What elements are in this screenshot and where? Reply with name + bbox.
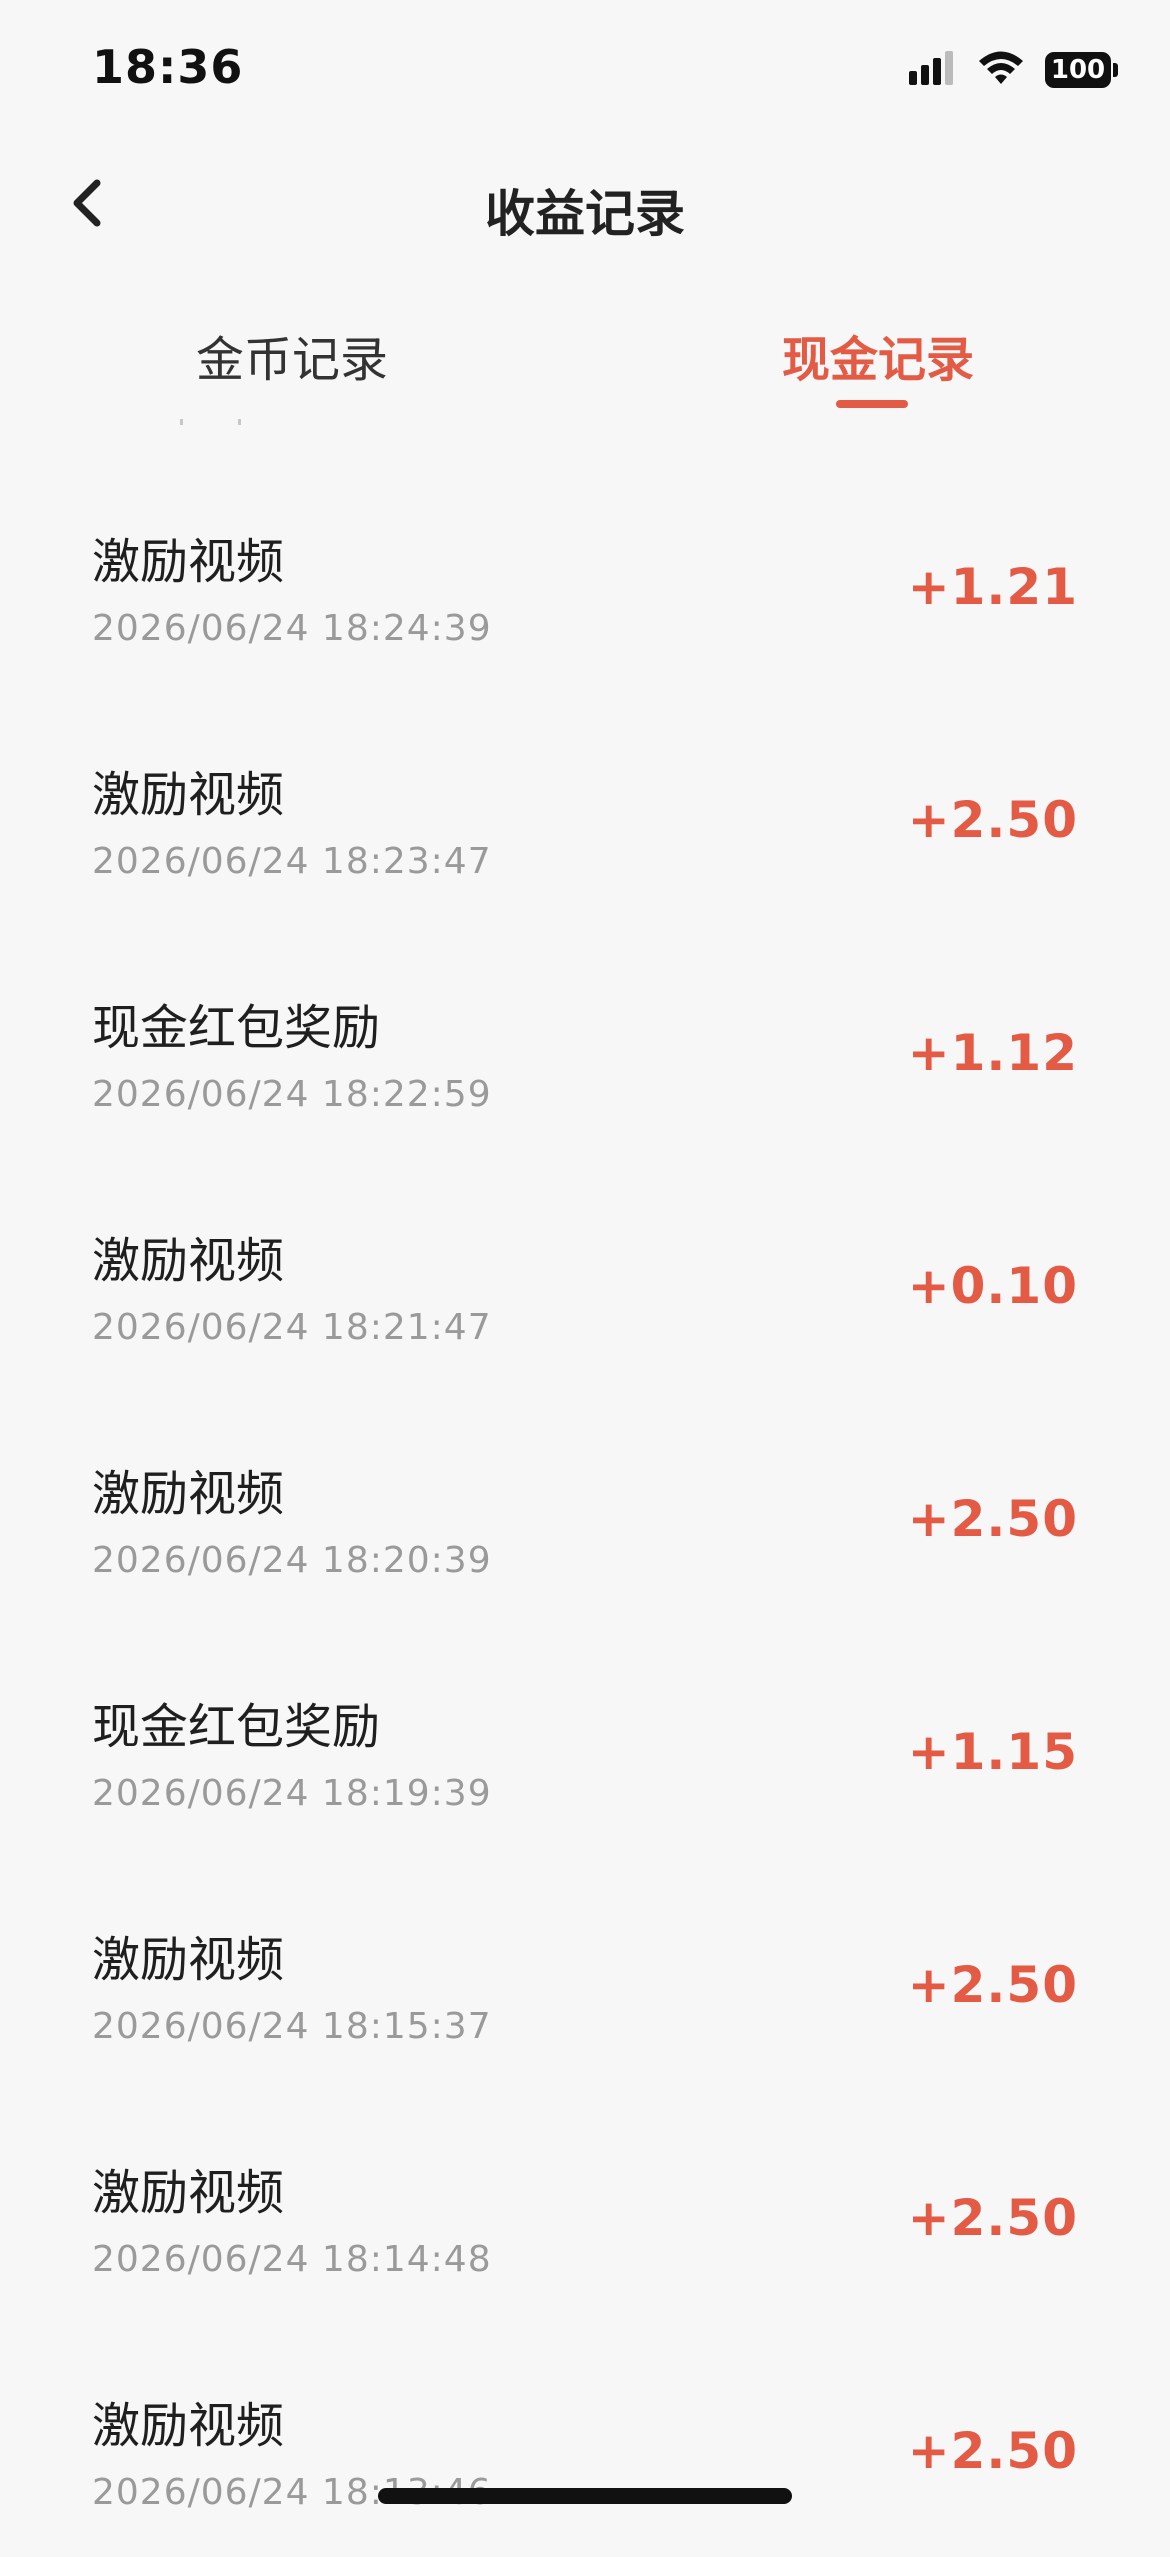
divider-marks	[180, 412, 260, 425]
tab-coin-records[interactable]: 金币记录	[92, 320, 492, 420]
record-title: 激励视频	[92, 1466, 285, 1522]
tab-active-indicator	[836, 400, 908, 408]
record-time: 2026/06/24 18:15:37	[92, 2006, 492, 2047]
record-time: 2026/06/24 18:21:47	[92, 1307, 492, 1348]
record-amount: +2.50	[907, 2189, 1078, 2247]
record-amount: +1.12	[907, 1024, 1078, 1082]
list-item[interactable]: 激励视频 2026/06/24 18:14:48 +2.50	[0, 2091, 1170, 2324]
record-title: 激励视频	[92, 2398, 285, 2454]
record-amount: +0.10	[907, 1257, 1078, 1315]
list-item[interactable]: 激励视频 2026/06/24 18:24:39 +1.21	[0, 460, 1170, 693]
record-time: 2026/06/24 18:22:59	[92, 1074, 492, 1115]
status-icons: 100	[909, 50, 1118, 90]
wifi-icon	[977, 50, 1025, 90]
record-amount: +2.50	[907, 791, 1078, 849]
records-list: 激励视频 2026/06/24 18:24:39 +1.21 激励视频 2026…	[0, 460, 1170, 2557]
record-title: 激励视频	[92, 767, 285, 823]
record-title: 激励视频	[92, 1932, 285, 1988]
tab-cash-records[interactable]: 现金记录	[678, 320, 1078, 420]
tab-label: 现金记录	[781, 332, 974, 388]
record-amount: +1.21	[907, 558, 1078, 616]
list-item[interactable]: 激励视频 2026/06/24 18:15:37 +2.50	[0, 1858, 1170, 2091]
record-title: 激励视频	[92, 2165, 285, 2221]
record-time: 2026/06/24 18:19:39	[92, 1773, 492, 1814]
status-bar: 18:36 100	[0, 0, 1170, 150]
list-item[interactable]: 激励视频 2026/06/24 18:21:47 +0.10	[0, 1159, 1170, 1392]
record-title: 激励视频	[92, 534, 285, 590]
list-item[interactable]: 激励视频 2026/06/24 18:20:39 +2.50	[0, 1392, 1170, 1625]
record-time: 2026/06/24 18:24:39	[92, 608, 492, 649]
home-indicator[interactable]	[378, 2488, 792, 2504]
tab-label: 金币记录	[195, 332, 388, 388]
status-time: 18:36	[92, 40, 244, 94]
page-title: 收益记录	[485, 185, 685, 243]
list-item[interactable]: 现金红包奖励 2026/06/24 18:22:59 +1.12	[0, 926, 1170, 1159]
record-amount: +2.50	[907, 1490, 1078, 1548]
battery-icon: 100	[1045, 52, 1118, 88]
record-time: 2026/06/24 18:20:39	[92, 1540, 492, 1581]
record-title: 激励视频	[92, 1233, 285, 1289]
record-amount: +1.15	[907, 1723, 1078, 1781]
record-title: 现金红包奖励	[92, 1699, 381, 1755]
record-time: 2026/06/24 18:23:47	[92, 841, 492, 882]
nav-bar: 收益记录	[0, 150, 1170, 260]
record-amount: +2.50	[907, 1956, 1078, 2014]
record-amount: +2.50	[907, 2422, 1078, 2480]
record-title: 现金红包奖励	[92, 1000, 381, 1056]
tabs: 金币记录 现金记录	[0, 300, 1170, 430]
signal-icon	[909, 51, 957, 89]
list-item[interactable]: 现金红包奖励 2026/06/24 18:19:39 +1.15	[0, 1625, 1170, 1858]
list-item[interactable]: 激励视频 2026/06/24 18:23:47 +2.50	[0, 693, 1170, 926]
list-item[interactable]: 激励视频 2026/06/24 18:13:46 +2.50	[0, 2324, 1170, 2557]
battery-level: 100	[1045, 52, 1111, 88]
record-time: 2026/06/24 18:14:48	[92, 2239, 492, 2280]
